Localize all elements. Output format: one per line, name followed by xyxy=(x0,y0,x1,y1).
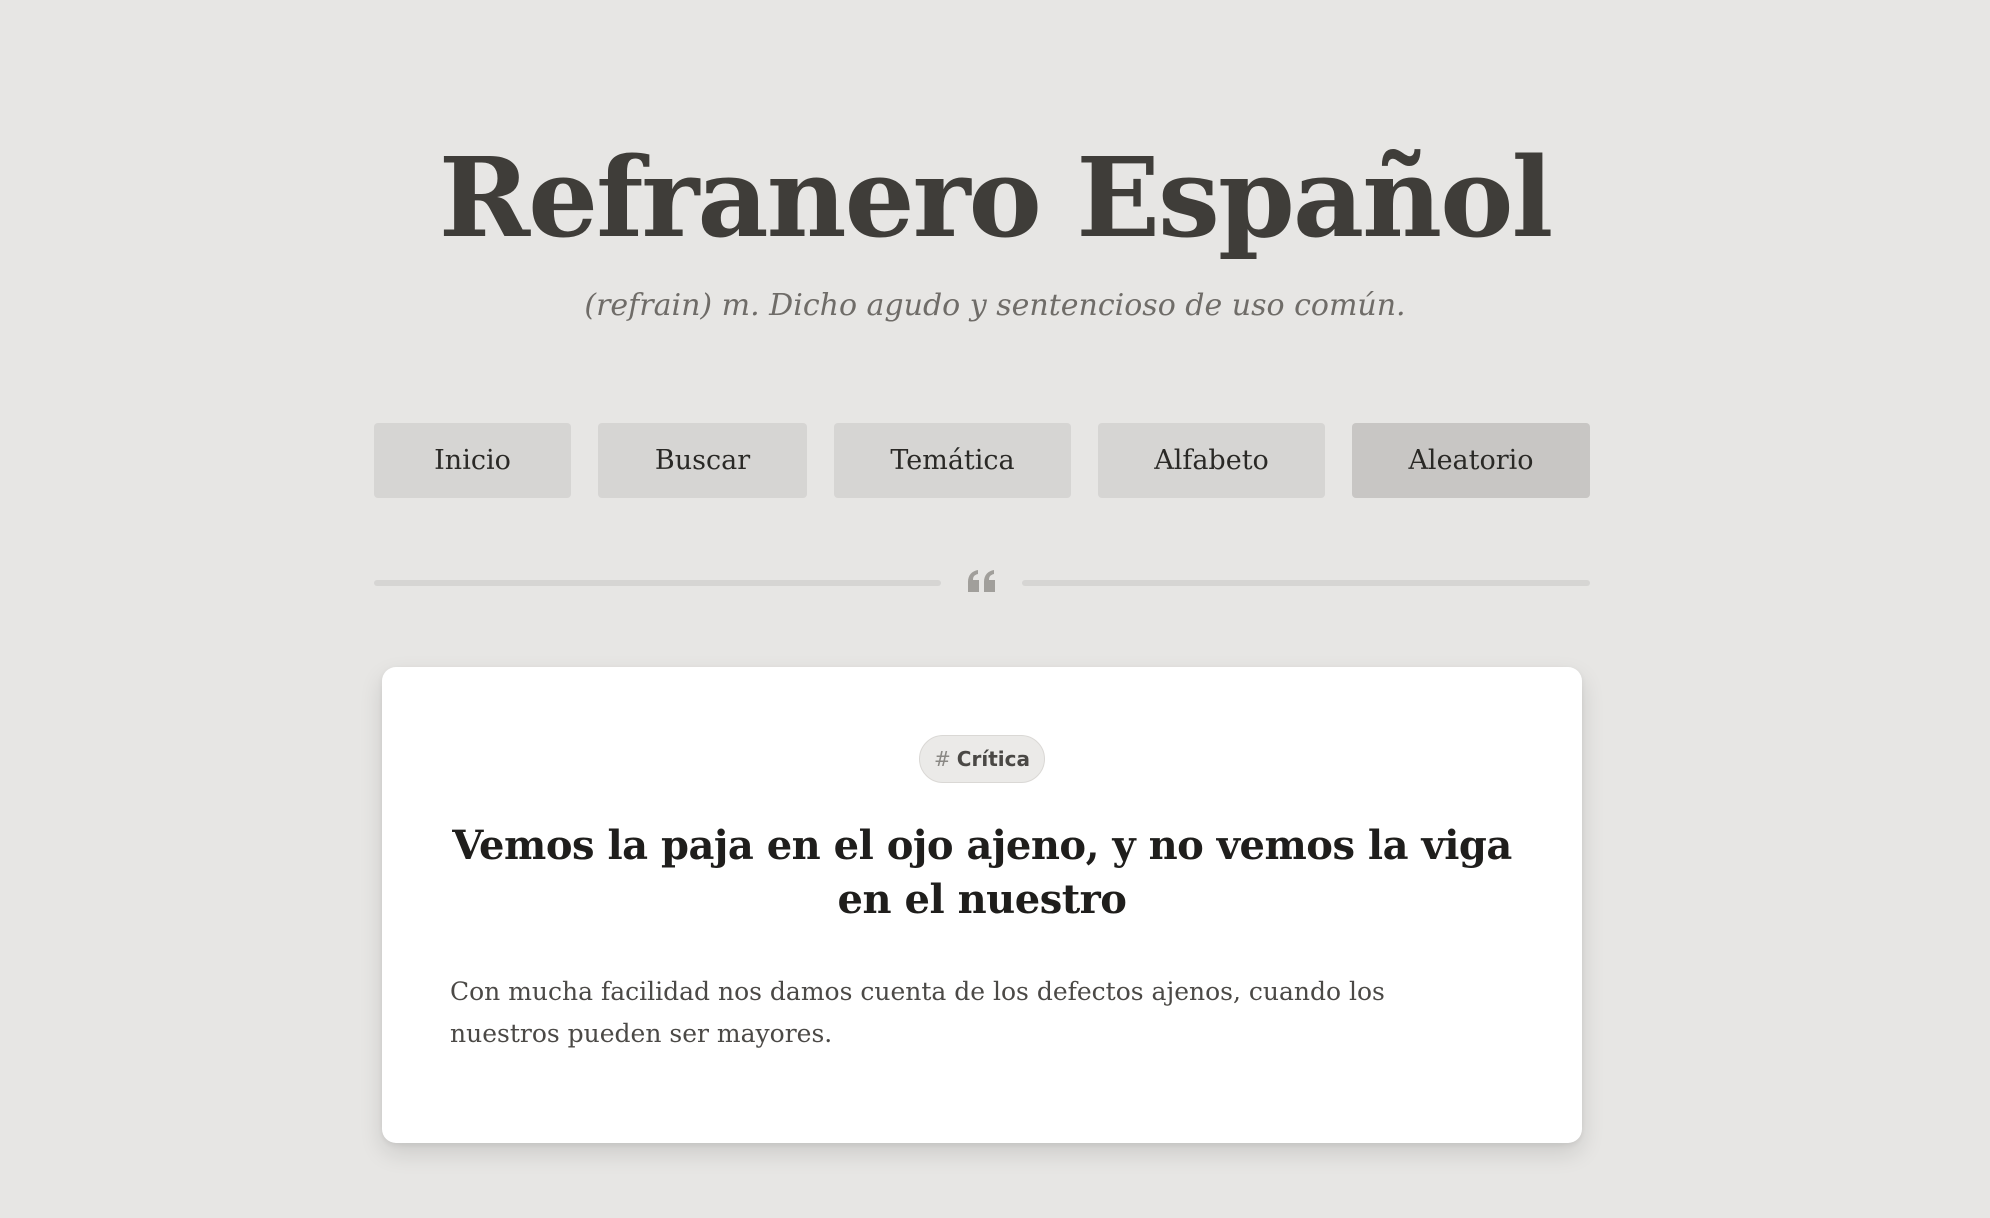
nav-button-alfabeto[interactable]: Alfabeto xyxy=(1098,423,1325,498)
proverb-card: # Crítica Vemos la paja en el ojo ajeno,… xyxy=(382,667,1582,1143)
nav-button-buscar[interactable]: Buscar xyxy=(598,423,807,498)
quote-divider xyxy=(374,566,1590,600)
quote-icon xyxy=(966,568,998,594)
hash-icon: # xyxy=(934,747,951,771)
site-title[interactable]: Refranero Español xyxy=(0,128,1990,268)
nav-button-inicio[interactable]: Inicio xyxy=(374,423,571,498)
site-subtitle: (refrain) m. Dicho agudo y sentencioso d… xyxy=(584,288,1406,323)
divider-line-right xyxy=(1022,580,1590,586)
proverb-meaning: Con mucha facilidad nos damos cuenta de … xyxy=(450,977,1385,1048)
nav-button-tematica[interactable]: Temática xyxy=(834,423,1071,498)
nav-button-aleatorio[interactable]: Aleatorio xyxy=(1352,423,1590,498)
proverb-title: Vemos la paja en el ojo ajeno, y no vemo… xyxy=(452,822,1512,923)
tag-label: Crítica xyxy=(956,747,1030,771)
main-nav: Inicio Buscar Temática Alfabeto Aleatori… xyxy=(374,423,1590,498)
tag-pill-critica[interactable]: # Crítica xyxy=(919,735,1045,783)
divider-line-left xyxy=(374,580,941,586)
site-header: Refranero Español (refrain) m. Dicho agu… xyxy=(0,128,1990,326)
